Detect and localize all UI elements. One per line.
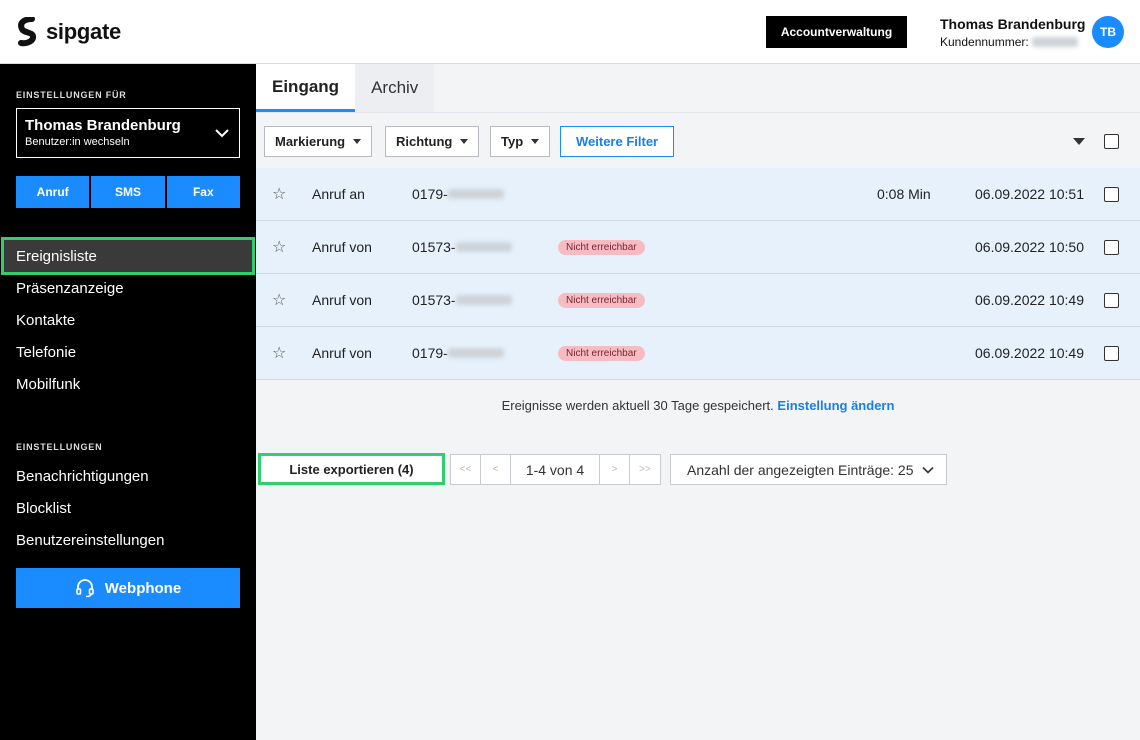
event-type: Anruf von [312, 239, 372, 255]
chevron-down-icon [215, 129, 229, 138]
selected-user-name: Thomas Brandenburg [25, 117, 181, 134]
export-list-button[interactable]: Liste exportieren (4) [258, 453, 445, 485]
phone-number-prefix: 0179- [412, 345, 448, 361]
filter-richtung-label: Richtung [396, 134, 453, 149]
caret-down-icon [460, 139, 469, 144]
phone-number-redacted [455, 295, 512, 305]
event-date: 06.09.2022 10:49 [975, 292, 1084, 308]
table-row[interactable]: ☆ Anruf an 0179- 0:08 Min 06.09.2022 10:… [256, 168, 1140, 221]
last-page-button[interactable]: >> [630, 455, 660, 484]
phone-number: 01573- [412, 292, 512, 308]
status-badge: Nicht erreichbar [558, 240, 645, 255]
caret-down-icon [531, 139, 540, 144]
sidebar-item-blocklist[interactable]: Blocklist [0, 492, 256, 524]
sipgate-logo[interactable]: sipgate [16, 17, 121, 47]
first-page-button[interactable]: << [451, 455, 481, 484]
next-page-button[interactable]: > [600, 455, 630, 484]
chevron-down-icon [921, 466, 934, 474]
row-checkbox[interactable] [1104, 346, 1119, 361]
more-filters-button[interactable]: Weitere Filter [560, 126, 675, 157]
customer-number: Kundennummer: [940, 35, 1078, 49]
customer-number-redacted [1031, 37, 1078, 47]
pagination: << < 1-4 von 4 > >> [450, 454, 661, 485]
settings-label: EINSTELLUNGEN [16, 442, 103, 452]
call-duration: 0:08 Min [877, 186, 931, 202]
entries-per-page-label: Anzahl der angezeigten Einträge: 25 [687, 461, 914, 478]
event-list: ☆ Anruf an 0179- 0:08 Min 06.09.2022 10:… [256, 168, 1140, 380]
sipgate-logo-icon [18, 17, 37, 47]
filter-typ-label: Typ [501, 134, 524, 149]
settings-for-label: EINSTELLUNGEN FÜR [16, 90, 127, 100]
event-type: Anruf von [312, 345, 372, 361]
sidebar-item-benutzereinstellungen[interactable]: Benutzereinstellungen [0, 524, 256, 556]
status-badge: Nicht erreichbar [558, 346, 645, 361]
customer-number-label: Kundennummer: [940, 35, 1029, 49]
avatar[interactable]: TB [1092, 16, 1124, 48]
star-icon[interactable]: ☆ [272, 343, 286, 363]
webphone-label: Webphone [104, 579, 182, 597]
user-select-dropdown[interactable]: Thomas Brandenburg Benutzer:in wechseln [16, 108, 240, 158]
tab-eingang[interactable]: Eingang [256, 64, 356, 112]
retention-info-text: Ereignisse werden aktuell 30 Tage gespei… [501, 398, 774, 413]
phone-number-prefix: 01573- [412, 292, 456, 308]
table-row[interactable]: ☆ Anruf von 01573- Nicht erreichbar 06.0… [256, 221, 1140, 274]
event-date: 06.09.2022 10:49 [975, 345, 1084, 361]
sidebar-item-kontakte[interactable]: Kontakte [0, 304, 256, 336]
bulk-actions-caret-icon[interactable] [1073, 138, 1085, 145]
sidebar: EINSTELLUNGEN FÜR Thomas Brandenburg Ben… [0, 64, 256, 740]
row-checkbox[interactable] [1104, 293, 1119, 308]
prev-page-button[interactable]: < [481, 455, 511, 484]
switch-user-label: Benutzer:in wechseln [25, 136, 130, 148]
retention-info: Ereignisse werden aktuell 30 Tage gespei… [256, 398, 1140, 413]
event-type: Anruf von [312, 292, 372, 308]
phone-number-redacted [455, 242, 512, 252]
sidebar-item-benachrichtigungen[interactable]: Benachrichtigungen [0, 460, 256, 492]
page-range-label: 1-4 von 4 [511, 455, 600, 484]
filter-markierung[interactable]: Markierung [264, 126, 373, 157]
filter-typ[interactable]: Typ [490, 126, 551, 157]
table-row[interactable]: ☆ Anruf von 01573- Nicht erreichbar 06.0… [256, 274, 1140, 327]
sidebar-item-telefonie[interactable]: Telefonie [0, 336, 256, 368]
star-icon[interactable]: ☆ [272, 184, 286, 204]
table-row[interactable]: ☆ Anruf von 0179- Nicht erreichbar 06.09… [256, 327, 1140, 380]
change-setting-link[interactable]: Einstellung ändern [777, 398, 894, 413]
phone-number-redacted [447, 348, 504, 358]
star-icon[interactable]: ☆ [272, 290, 286, 310]
sidebar-item-ereignisliste[interactable]: Ereignisliste [1, 237, 255, 275]
event-date: 06.09.2022 10:50 [975, 239, 1084, 255]
header-user-name: Thomas Brandenburg [940, 16, 1086, 32]
tab-archiv[interactable]: Archiv [355, 64, 435, 112]
row-checkbox[interactable] [1104, 240, 1119, 255]
caret-down-icon [353, 139, 362, 144]
sidebar-item-praesenzanzeige[interactable]: Präsenzanzeige [0, 272, 256, 304]
phone-number: 0179- [412, 186, 504, 202]
entries-per-page-select[interactable]: Anzahl der angezeigten Einträge: 25 [670, 454, 947, 485]
sms-button[interactable]: SMS [91, 176, 165, 208]
event-type: Anruf an [312, 186, 365, 202]
call-button[interactable]: Anruf [16, 176, 90, 208]
event-date: 06.09.2022 10:51 [975, 186, 1084, 202]
filter-bar: Markierung Richtung Typ Weitere Filter [256, 112, 1140, 168]
phone-number-redacted [447, 189, 504, 199]
headset-icon [75, 579, 94, 598]
logo-text: sipgate [46, 19, 121, 44]
phone-number-prefix: 0179- [412, 186, 448, 202]
top-header: sipgate Accountverwaltung Thomas Branden… [0, 0, 1140, 64]
select-all-checkbox[interactable] [1104, 134, 1119, 149]
tab-bar: Eingang Archiv [256, 64, 435, 112]
filter-richtung[interactable]: Richtung [385, 126, 480, 157]
filter-markierung-label: Markierung [275, 134, 346, 149]
sidebar-item-mobilfunk[interactable]: Mobilfunk [0, 368, 256, 400]
phone-number: 01573- [412, 239, 512, 255]
status-badge: Nicht erreichbar [558, 293, 645, 308]
account-management-button[interactable]: Accountverwaltung [766, 16, 907, 48]
phone-number: 0179- [412, 345, 504, 361]
webphone-button[interactable]: Webphone [16, 568, 240, 608]
fax-button[interactable]: Fax [166, 176, 240, 208]
phone-number-prefix: 01573- [412, 239, 456, 255]
row-checkbox[interactable] [1104, 187, 1119, 202]
quick-actions: Anruf SMS Fax [16, 176, 240, 208]
star-icon[interactable]: ☆ [272, 237, 286, 257]
